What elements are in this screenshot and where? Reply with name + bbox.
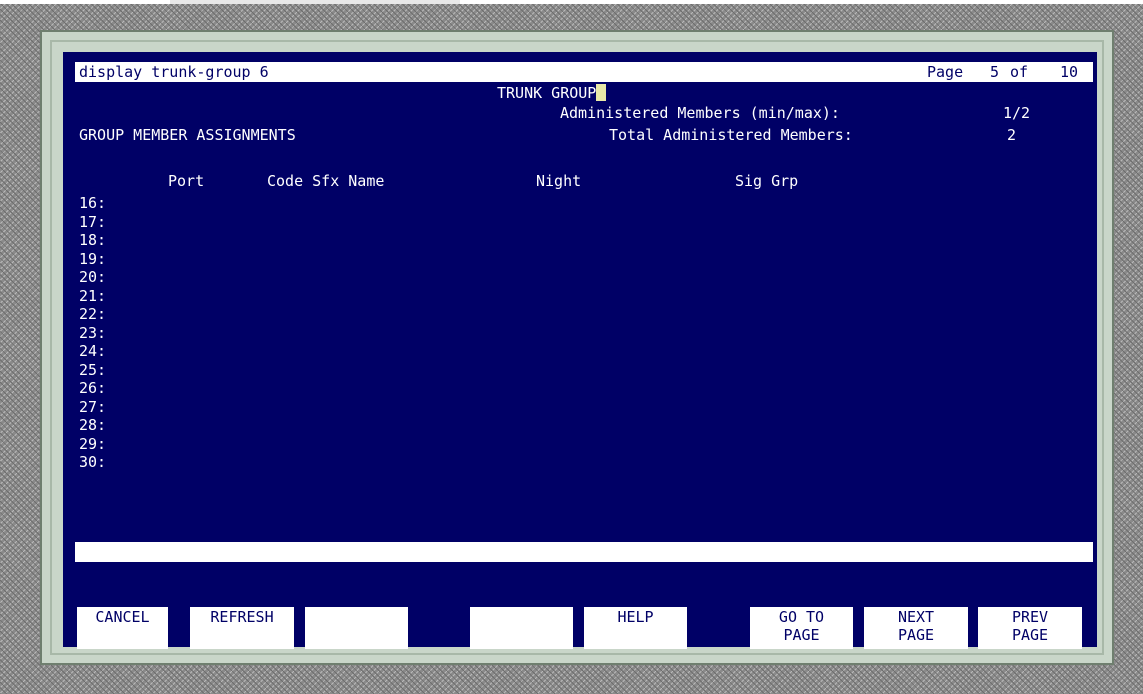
refresh-button[interactable]: REFRESH	[190, 607, 294, 649]
prev-page-label-line-2: PAGE	[1011, 626, 1049, 644]
member-row-number: 30:	[79, 453, 107, 471]
cancel-button-label: CANCEL	[95, 608, 150, 626]
section-title: GROUP MEMBER ASSIGNMENTS	[79, 126, 296, 144]
refresh-button-label: REFRESH	[210, 608, 274, 626]
member-row-number: 23:	[79, 323, 107, 342]
screen-title: TRUNK GROUP	[497, 84, 607, 102]
header-code-sfx-name: Code Sfx Name	[267, 172, 385, 190]
page-of-label: of	[1010, 63, 1029, 81]
cancel-button[interactable]: CANCEL	[77, 607, 168, 649]
member-row-number: 27:	[79, 397, 107, 416]
total-members-label: Total Administered Members:	[609, 126, 853, 144]
next-page-label-line-1: NEXT	[897, 608, 935, 626]
member-rows: 16: 17: 18: 19: 20: 21: 22: 23: 24: 25: …	[79, 194, 106, 472]
text-cursor	[596, 84, 607, 101]
member-row-number: 16:	[79, 194, 107, 212]
go-to-page-label-line-1: GO TO	[778, 608, 825, 626]
header-night: Night	[536, 172, 582, 190]
member-row-number: 18:	[79, 231, 107, 249]
page-total: 10	[1060, 63, 1079, 81]
member-row-number: 25:	[79, 360, 107, 379]
header-sig-grp: Sig Grp	[735, 172, 799, 190]
member-row-number: 28:	[79, 416, 107, 434]
member-row-number: 24:	[79, 342, 107, 360]
go-to-page-label-line-2: PAGE	[783, 626, 820, 644]
function-key-blank-1[interactable]	[305, 607, 408, 649]
member-row-number: 29:	[79, 434, 107, 453]
command-text: display trunk-group 6	[79, 63, 269, 81]
screen-title-text: TRUNK GROUP	[497, 84, 597, 102]
member-row-number: 20:	[79, 268, 107, 286]
prev-page-label-line-1: PREV	[1011, 608, 1049, 626]
member-row-number: 21:	[79, 286, 107, 305]
help-button[interactable]: HELP	[584, 607, 687, 649]
prev-page-button[interactable]: PREV PAGE	[978, 607, 1082, 649]
go-to-page-button[interactable]: GO TO PAGE	[750, 607, 853, 649]
page-current: 5	[990, 63, 1000, 81]
page-label: Page	[927, 63, 964, 81]
member-row-number: 26:	[79, 379, 107, 397]
member-row-number: 17:	[79, 212, 107, 231]
admin-members-value: 1/2	[1003, 104, 1031, 122]
next-page-button[interactable]: NEXT PAGE	[864, 607, 968, 649]
member-row-number: 22:	[79, 305, 107, 323]
top-strip	[0, 0, 1143, 4]
command-line[interactable]: display trunk-group 6 Page 5 of 10	[75, 62, 1093, 82]
help-button-label: HELP	[617, 608, 654, 626]
admin-members-label: Administered Members (min/max):	[560, 104, 840, 122]
function-key-blank-2[interactable]	[470, 607, 573, 649]
total-members-value: 2	[1007, 126, 1017, 144]
header-port: Port	[168, 172, 205, 190]
message-line	[75, 542, 1093, 562]
member-row-number: 19:	[79, 249, 107, 268]
top-strip-segment	[170, 0, 460, 4]
terminal-screen: display trunk-group 6 Page 5 of 10 TRUNK…	[63, 52, 1097, 649]
next-page-label-line-2: PAGE	[897, 626, 935, 644]
